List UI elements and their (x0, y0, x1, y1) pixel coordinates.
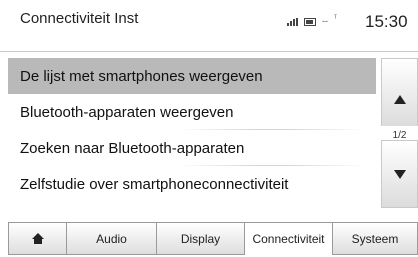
menu-item-bluetooth-devices[interactable]: Bluetooth-apparaten weergeven (8, 94, 376, 130)
bottom-tab-bar: Audio Display Connectiviteit Systeem (8, 222, 418, 257)
tab-display[interactable]: Display (156, 222, 244, 255)
menu-item-smartphones-list[interactable]: De lijst met smartphones weergeven (8, 58, 376, 94)
tab-audio[interactable]: Audio (66, 222, 156, 255)
arrow-up-icon (393, 95, 406, 104)
status-icons: -- ᵀ (287, 15, 338, 26)
menu-item-label: Bluetooth-apparaten weergeven (20, 103, 234, 121)
menu-item-label: Zoeken naar Bluetooth-apparaten (20, 139, 245, 157)
scroll-up-button[interactable] (381, 58, 418, 126)
page-title: Connectiviteit Inst (20, 10, 139, 27)
tab-label: Connectiviteit (252, 232, 325, 246)
status-dashes: -- (322, 16, 328, 26)
battery-icon (304, 18, 316, 26)
tab-connectiviteit[interactable]: Connectiviteit (244, 222, 332, 255)
menu-item-search-bluetooth[interactable]: Zoeken naar Bluetooth-apparaten (8, 130, 376, 166)
header-bar: Connectiviteit Inst -- ᵀ 15:30 (0, 0, 418, 44)
menu-list: De lijst met smartphones weergeven Bluet… (8, 58, 376, 202)
menu-item-label: De lijst met smartphones weergeven (20, 67, 263, 85)
home-icon (31, 233, 44, 244)
tab-systeem[interactable]: Systeem (332, 222, 418, 255)
status-mark: ᵀ (334, 15, 338, 22)
scroll-down-button[interactable] (381, 140, 418, 208)
signal-icon (287, 18, 298, 26)
header-divider (0, 51, 418, 52)
menu-item-connectivity-tutorial[interactable]: Zelfstudie over smartphoneconnectiviteit (8, 166, 376, 202)
tab-label: Systeem (351, 231, 399, 246)
tab-home[interactable] (8, 222, 66, 255)
menu-item-label: Zelfstudie over smartphoneconnectiviteit (20, 175, 289, 193)
tab-label: Display (180, 231, 221, 246)
arrow-down-icon (393, 169, 406, 179)
tab-label: Audio (96, 231, 127, 246)
clock: 15:30 (365, 12, 408, 31)
